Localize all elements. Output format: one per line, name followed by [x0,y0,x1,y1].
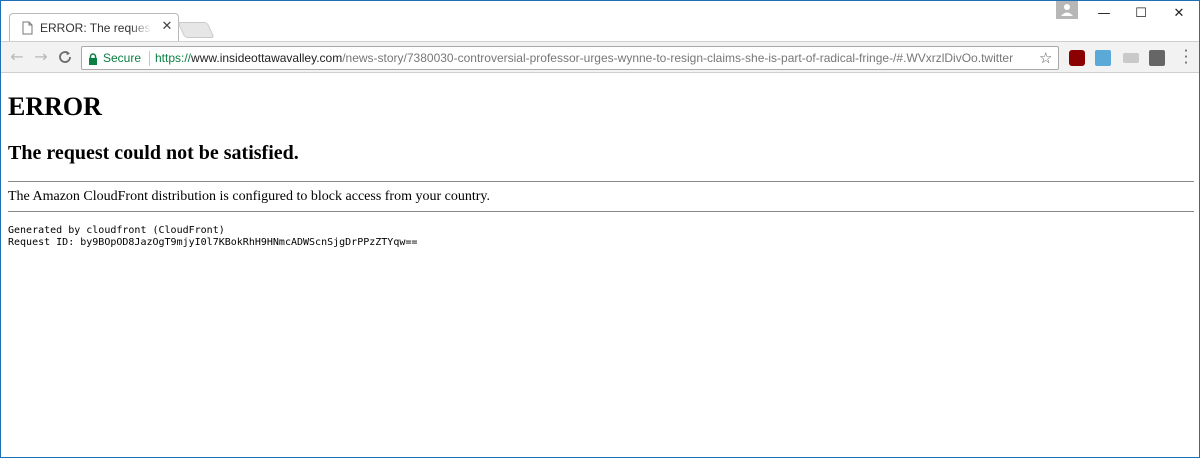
lock-icon [88,52,98,65]
extension-icon[interactable] [1149,50,1165,66]
menu-icon[interactable]: · · · [1179,44,1193,71]
s-extension-icon[interactable] [1095,50,1111,66]
bookmark-star-icon[interactable]: ☆ [1039,49,1052,67]
hd-extension-icon[interactable] [1123,53,1139,63]
tab-title-fade [130,16,152,40]
url-scheme: https:// [155,51,192,65]
divider-top [8,181,1194,182]
generated-by: Generated by cloudfront (CloudFront) [8,225,225,236]
page-subtitle: The request could not be satisfied. [8,142,299,164]
divider-bottom [8,211,1194,212]
tab-strip: ERROR: The request coul ✕ — ☐ ✕ [1,1,1199,42]
forward-arrow-icon[interactable]: → [31,47,51,67]
new-tab-button[interactable] [177,22,215,38]
url-host: www.insideottawavalley.com [191,51,343,65]
browser-window: ERROR: The request coul ✕ — ☐ ✕ ← → [0,0,1200,458]
ublock-icon[interactable] [1069,50,1085,66]
error-message: The Amazon CloudFront distribution is co… [8,189,491,204]
error-details: Generated by cloudfront (CloudFront) Requ… [8,225,417,249]
page-icon [22,21,33,35]
tab-active[interactable]: ERROR: The request coul ✕ [9,13,179,42]
request-id: Request ID: by9BOpOD8JazOgT9mjyI0l7KBokR… [8,237,418,248]
url-text[interactable]: https://www.insideottawavalley.com/news-… [155,51,1013,65]
page-content: ERROR The request could not be satisfied… [1,74,1199,457]
page-title: ERROR [8,92,102,121]
profile-icon[interactable] [1056,1,1078,19]
address-separator [149,51,150,66]
url-path: /news-story/7380030-controversial-profes… [342,51,1014,65]
secure-label: Secure [103,51,142,65]
reload-icon[interactable] [55,47,75,67]
back-arrow-icon[interactable]: ← [7,47,27,67]
address-bar[interactable]: Secure https://www.insideottawavalley.co… [81,46,1059,70]
tab-close-icon[interactable]: ✕ [160,20,174,34]
close-window-button[interactable]: ✕ [1157,1,1199,29]
browser-toolbar: ← → Secure https://www.insideottawavalle… [1,41,1199,73]
